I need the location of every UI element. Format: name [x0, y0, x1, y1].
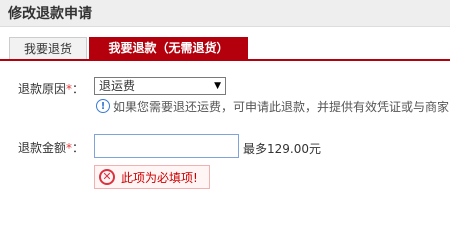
amount-label: 退款金额*：: [18, 139, 84, 156]
tab-bar: 我要退货 我要退款（无需退货）: [0, 37, 450, 61]
reason-label-colon: ：: [72, 82, 85, 96]
info-icon: !: [96, 99, 110, 113]
reason-hint-text: 如果您需要退还运费，可申请此退款，并提供有效凭证或与商家: [113, 99, 450, 114]
amount-label-text: 退款金额: [18, 141, 67, 155]
refund-reason-selected: 退运费: [99, 79, 136, 93]
error-message: 此项为必填项!: [121, 170, 198, 185]
dropdown-arrow-icon: ▼: [214, 81, 221, 91]
error-icon: ✕: [99, 169, 115, 185]
page-title: 修改退款申请: [8, 6, 92, 22]
refund-amount-input[interactable]: [94, 134, 239, 158]
validation-error: ✕ 此项为必填项!: [94, 165, 210, 189]
tab-refund-only[interactable]: 我要退款（无需退货）: [89, 37, 248, 59]
tab-return-goods[interactable]: 我要退货: [9, 37, 87, 59]
max-amount-note: 最多129.00元: [243, 142, 321, 156]
amount-label-colon: ：: [72, 141, 85, 155]
refund-edit-page: 修改退款申请 我要退货 我要退款（无需退货） 退款原因*： 退运费 ▼ ! 如果…: [0, 0, 450, 202]
reason-label-text: 退款原因: [18, 82, 67, 96]
reason-hint: ! 如果您需要退还运费，可申请此退款，并提供有效凭证或与商家: [96, 97, 449, 115]
refund-reason-select[interactable]: 退运费 ▼: [94, 77, 226, 95]
reason-label: 退款原因*：: [18, 80, 84, 97]
page-header: 修改退款申请: [0, 0, 450, 27]
